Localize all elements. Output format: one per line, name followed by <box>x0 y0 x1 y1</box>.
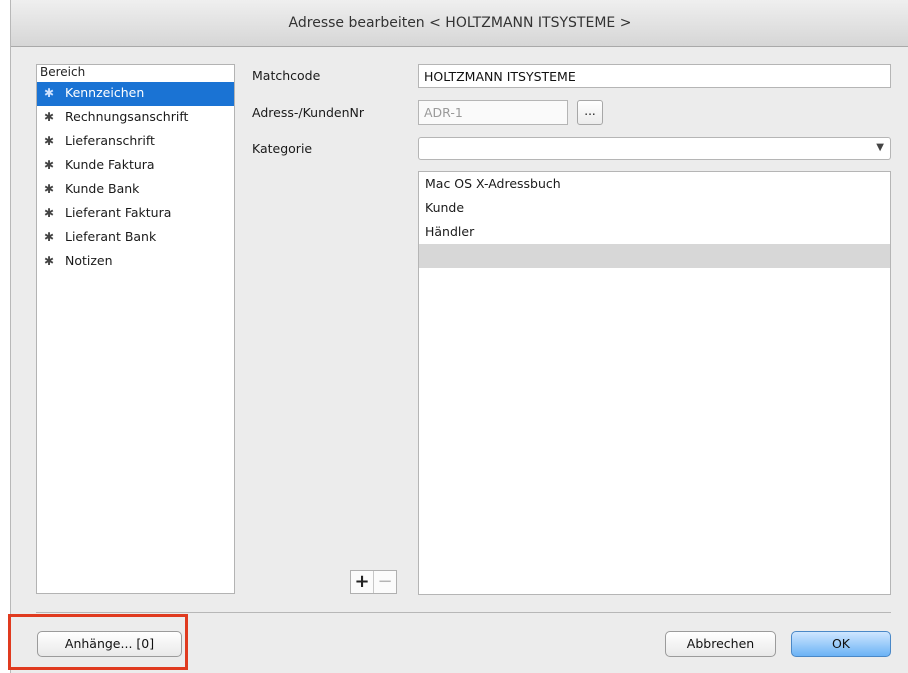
sidebar-item-lieferant-faktura[interactable]: ✱ Lieferant Faktura <box>37 202 234 226</box>
sidebar-item-label: Lieferant Faktura <box>65 205 172 220</box>
sidebar-item-label: Kunde Faktura <box>65 157 155 172</box>
gear-icon: ✱ <box>44 86 55 100</box>
sidebar-item-label: Lieferanschrift <box>65 133 155 148</box>
kategorie-label: Kategorie <box>252 141 313 156</box>
chevron-down-icon[interactable]: ▼ <box>876 142 884 153</box>
sidebar-item-lieferanschrift[interactable]: ✱ Lieferanschrift <box>37 130 234 154</box>
adressnr-input[interactable] <box>418 100 568 125</box>
gear-icon: ✱ <box>44 134 55 148</box>
bereich-list[interactable]: Bereich ✱ Kennzeichen ✱ Rechnungsanschrift… <box>36 64 235 594</box>
sidebar-item-notizen[interactable]: ✱ Notizen <box>37 250 234 274</box>
gear-icon: ✱ <box>44 206 55 220</box>
remove-button[interactable]: − <box>374 571 396 593</box>
add-remove-control: + − <box>350 570 397 594</box>
sidebar-item-lieferant-bank[interactable]: ✱ Lieferant Bank <box>37 226 234 250</box>
sidebar-item-label: Kunde Bank <box>65 181 140 196</box>
matchcode-input[interactable] <box>418 64 891 88</box>
bereich-header: Bereich <box>40 65 86 79</box>
cancel-button[interactable]: Abbrechen <box>665 631 776 657</box>
list-item[interactable]: Kunde <box>419 196 890 220</box>
sidebar-item-label: Rechnungsanschrift <box>65 109 189 124</box>
sidebar-item-kunde-faktura[interactable]: ✱ Kunde Faktura <box>37 154 234 178</box>
gear-icon: ✱ <box>44 182 55 196</box>
gear-icon: ✱ <box>44 158 55 172</box>
list-item[interactable]: Händler <box>419 220 890 244</box>
gear-icon: ✱ <box>44 110 55 124</box>
gear-icon: ✱ <box>44 230 55 244</box>
matchcode-label: Matchcode <box>252 68 321 83</box>
add-button[interactable]: + <box>351 571 374 593</box>
gear-icon: ✱ <box>44 254 55 268</box>
list-item[interactable] <box>419 244 890 268</box>
ok-button[interactable]: OK <box>791 631 891 657</box>
divider <box>36 612 891 613</box>
sidebar-item-kunde-bank[interactable]: ✱ Kunde Bank <box>37 178 234 202</box>
window-title: Adresse bearbeiten < HOLTZMANN ITSYSTEME… <box>11 0 908 47</box>
browse-button[interactable]: ... <box>577 100 603 125</box>
dialog-window: Adresse bearbeiten < HOLTZMANN ITSYSTEME… <box>10 0 908 673</box>
adressnr-label: Adress-/KundenNr <box>252 105 365 120</box>
sidebar-item-rechnungsanschrift[interactable]: ✱ Rechnungsanschrift <box>37 106 234 130</box>
sidebar-item-label: Lieferant Bank <box>65 229 157 244</box>
list-item[interactable]: Mac OS X-Adressbuch <box>419 172 890 196</box>
sidebar-item-label: Notizen <box>65 253 113 268</box>
category-list[interactable]: Mac OS X-Adressbuch Kunde Händler <box>418 171 891 595</box>
kategorie-combobox[interactable]: ▼ <box>418 137 891 160</box>
sidebar-item-label: Kennzeichen <box>65 85 145 100</box>
sidebar-item-kennzeichen[interactable]: ✱ Kennzeichen <box>37 82 234 106</box>
highlight-annotation <box>8 614 188 670</box>
